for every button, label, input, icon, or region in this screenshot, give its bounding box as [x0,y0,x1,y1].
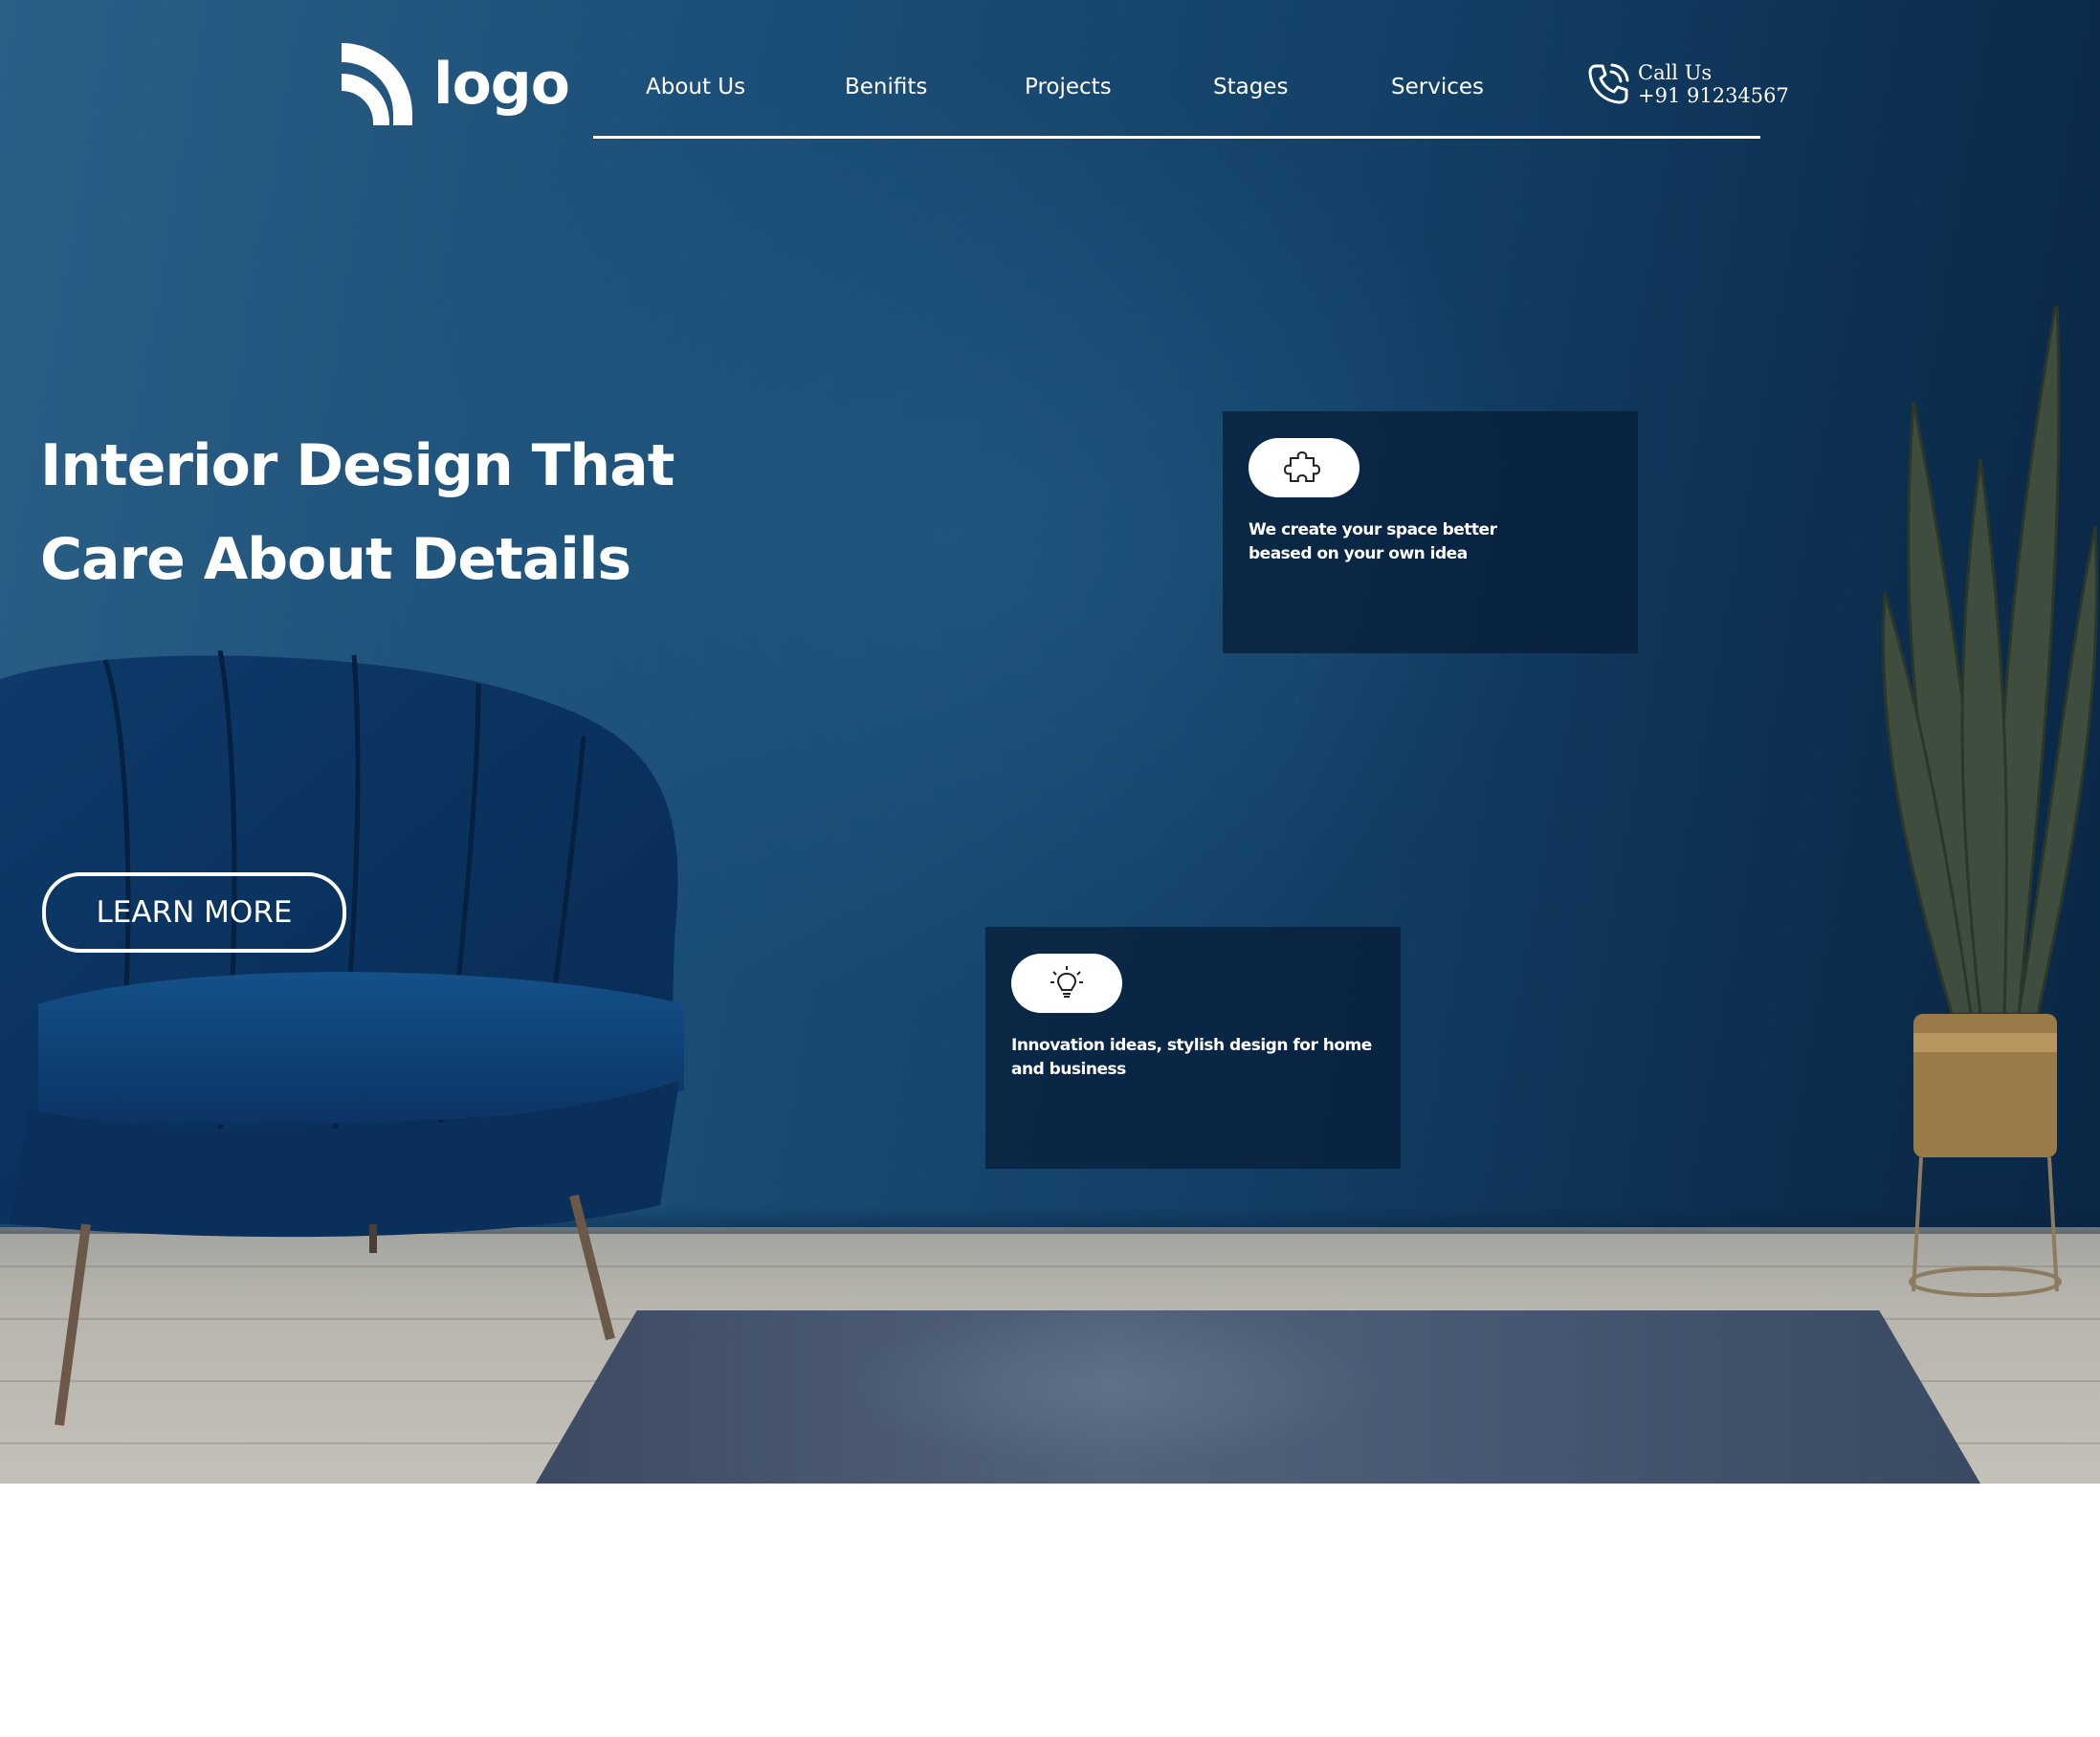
phone-icon [1588,63,1629,104]
logo-text: logo [433,51,570,118]
nav-item-stages[interactable]: Stages [1213,75,1288,99]
main-nav: About Us Benifits Projects Stages Servic… [593,57,1760,139]
headline-line-1: Interior Design That [40,432,674,499]
puzzle-icon [1284,451,1320,482]
call-label: Call Us [1638,61,1713,84]
plant-image [1881,306,2099,1297]
lightbulb-icon [1050,966,1083,998]
rug-image [536,1310,1980,1484]
hero-section: logo About Us Benifits Projects Stages S… [0,0,2100,1484]
call-phone[interactable]: +91 91234567 [1638,84,1789,107]
feature-card-2: Innovation ideas, stylish design for hom… [985,927,1401,1169]
nav-item-about-us[interactable]: About Us [646,75,745,99]
headline-line-2: Care About Details [40,526,631,593]
call-us[interactable]: Call Us +91 91234567 [1586,61,1789,107]
nav-item-projects[interactable]: Projects [1025,75,1112,99]
nav-item-services[interactable]: Services [1391,75,1484,99]
armchair-image [0,649,684,1426]
logo-mark-icon [342,43,412,125]
learn-more-button[interactable]: LEARN MORE [42,872,346,953]
card-text: Innovation ideas, stylish design for hom… [1011,1036,1372,1079]
nav-item-benifits[interactable]: Benifits [845,75,927,99]
card-text: We create your space better beased on yo… [1249,520,1497,563]
feature-card-1: We create your space better beased on yo… [1223,411,1638,653]
page-title: Interior Design That Care About Details [40,419,674,606]
logo[interactable]: logo [340,40,570,128]
card-icon-pill [1011,954,1122,1013]
card-icon-pill [1249,438,1359,497]
